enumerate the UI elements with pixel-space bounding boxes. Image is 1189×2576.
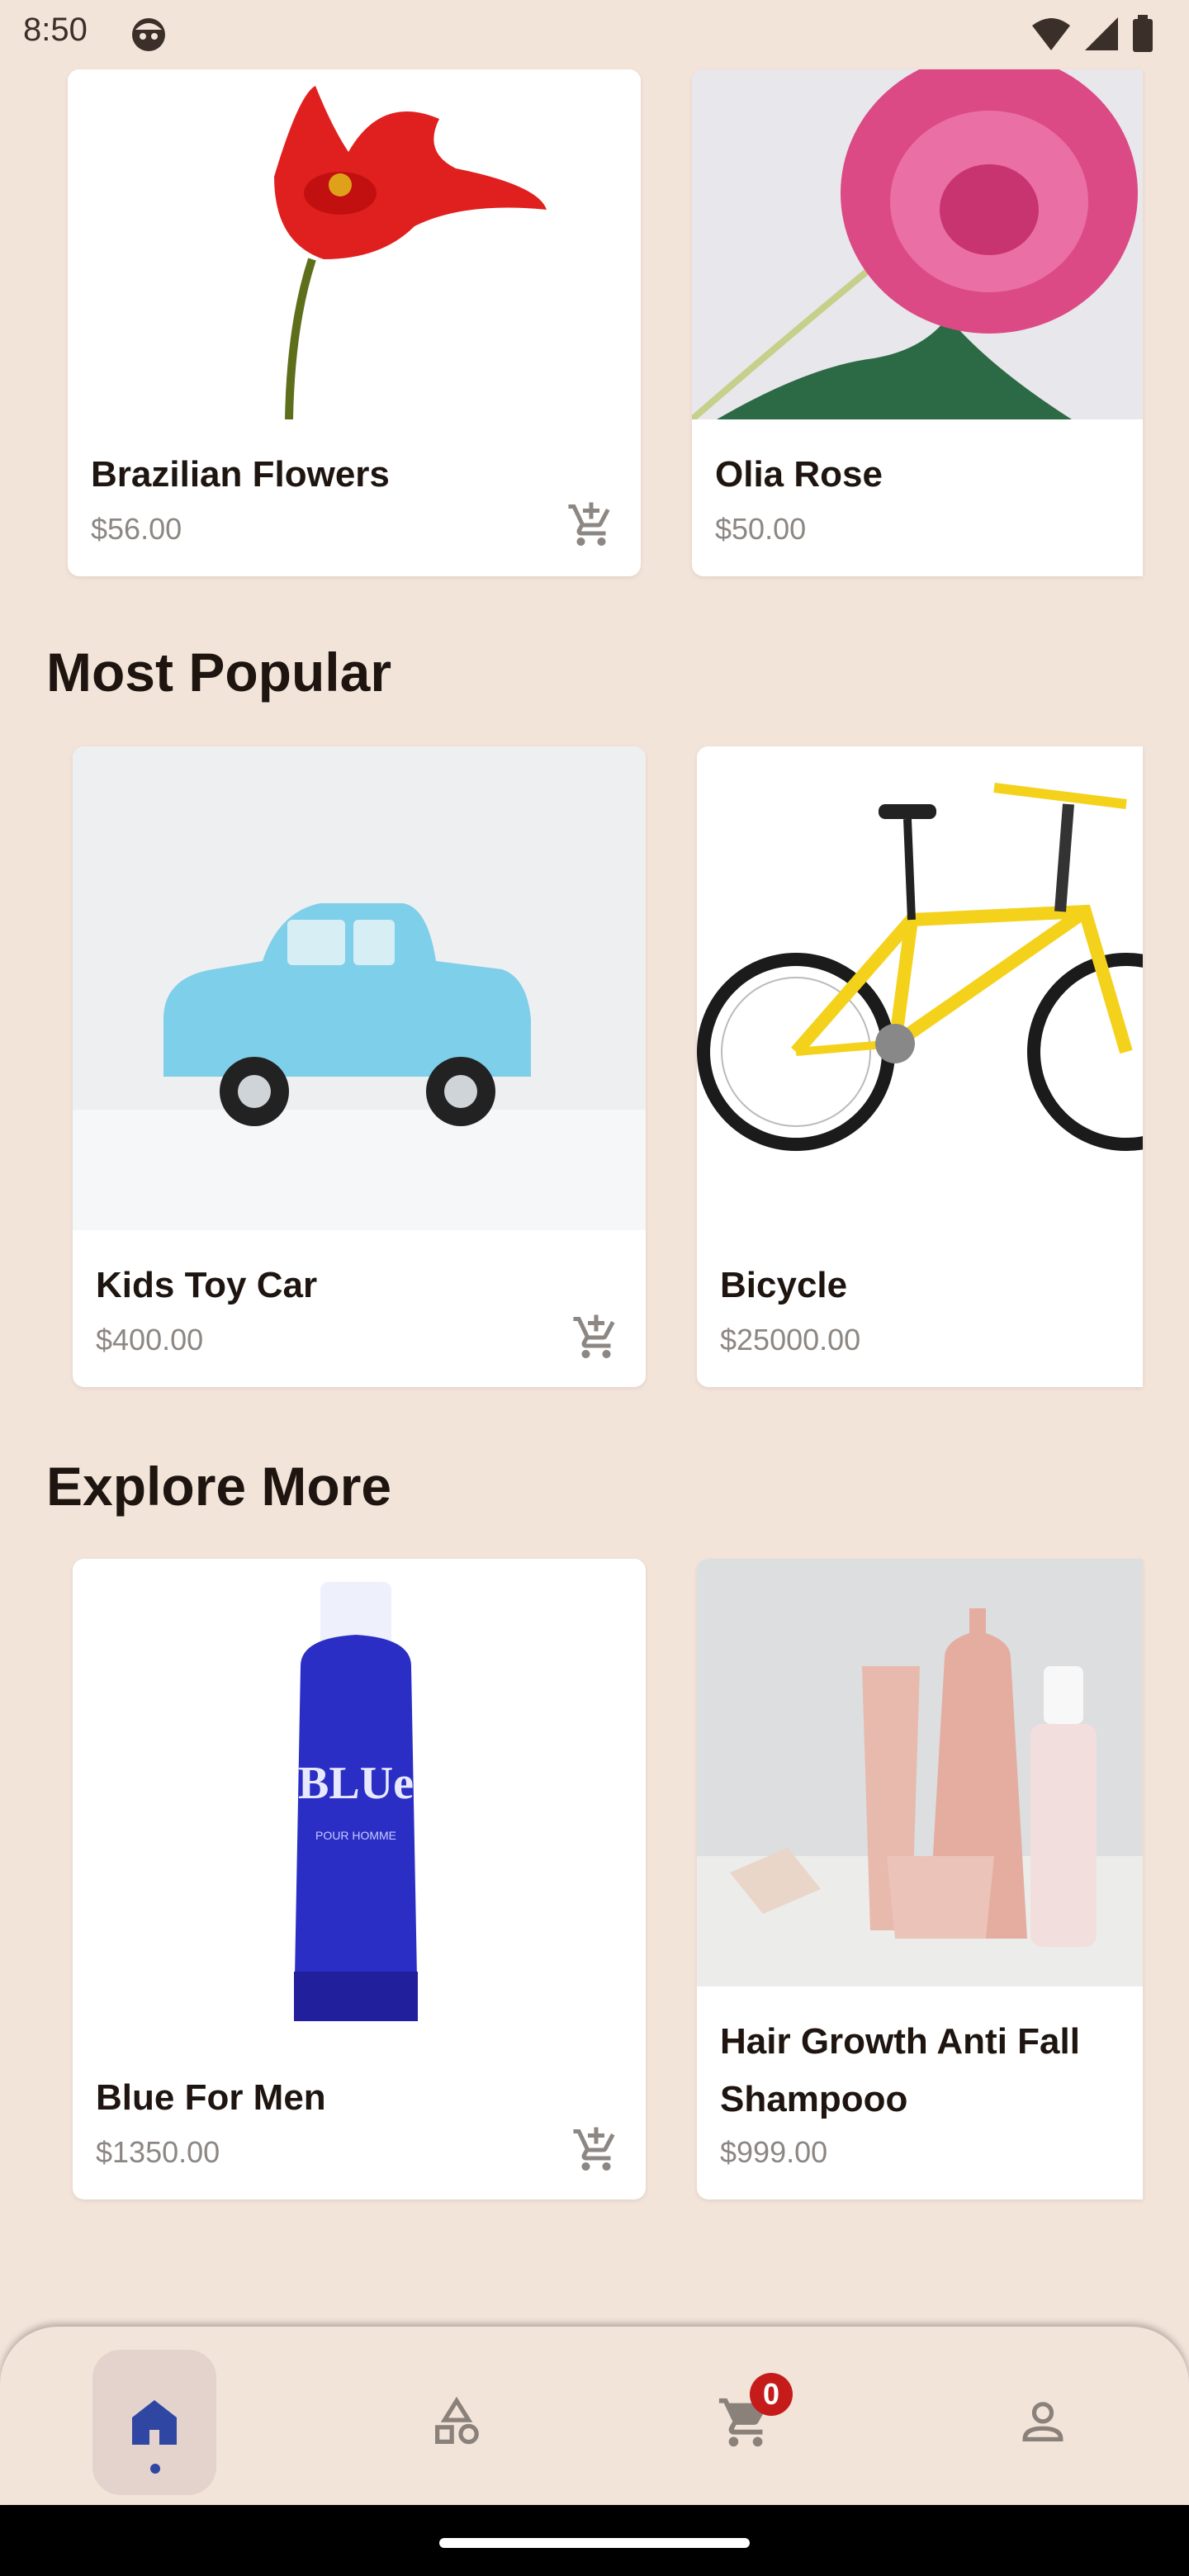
product-price: $999.00 <box>720 2135 828 2169</box>
bottom-navigation: 0 <box>0 2327 1189 2504</box>
product-image-flower <box>68 69 641 419</box>
android-face-icon <box>132 18 165 51</box>
product-name: Brazilian Flowers <box>91 454 390 495</box>
nav-home[interactable] <box>92 2350 216 2495</box>
add-to-cart-icon[interactable] <box>571 1313 621 1362</box>
svg-text:POUR HOMME: POUR HOMME <box>315 1829 396 1842</box>
product-card[interactable]: Bicycle $25000.00 <box>697 746 1143 1387</box>
product-price: $56.00 <box>91 512 182 546</box>
svg-text:BLUe: BLUe <box>298 1758 414 1809</box>
product-name: Blue For Men <box>96 2077 326 2118</box>
product-card[interactable]: Olia Rose $50.00 <box>692 69 1143 576</box>
status-bar: 8:50 <box>0 0 1189 69</box>
section-title-most-popular: Most Popular <box>46 642 392 703</box>
signal-icon <box>1085 17 1118 50</box>
product-price: $50.00 <box>715 512 807 546</box>
product-name: Olia Rose <box>715 454 883 495</box>
categories-icon <box>435 2396 479 2445</box>
product-name: Bicycle <box>720 1265 848 1305</box>
status-time: 8:50 <box>23 12 88 48</box>
wifi-icon <box>1032 18 1070 50</box>
nav-profile[interactable] <box>981 2350 1105 2495</box>
product-image-rose <box>692 69 1143 419</box>
nav-cart[interactable]: 0 <box>684 2350 808 2495</box>
product-card[interactable]: Brazilian Flowers $56.00 <box>68 69 641 576</box>
product-price: $400.00 <box>96 1323 204 1357</box>
product-image-bicycle <box>697 746 1143 1230</box>
product-price: $1350.00 <box>96 2135 220 2169</box>
profile-icon <box>1022 2402 1063 2442</box>
product-card[interactable]: Hair Growth Anti Fall Shampooo $999.00 <box>697 1559 1143 2200</box>
battery-icon <box>1133 15 1153 52</box>
home-icon <box>132 2400 177 2445</box>
cart-count-badge: 0 <box>750 2373 793 2416</box>
nav-categories[interactable] <box>395 2350 519 2495</box>
product-image-toy-car <box>73 746 646 1230</box>
status-icons <box>1030 15 1154 53</box>
product-name: Hair Growth Anti Fall Shampooo <box>720 2021 1080 2119</box>
home-gesture-handle[interactable] <box>439 2538 750 2548</box>
product-name: Kids Toy Car <box>96 1265 318 1305</box>
section-title-explore-more: Explore More <box>46 1456 392 1517</box>
active-indicator-dot <box>150 2464 160 2474</box>
product-image-shampoo <box>697 1559 1143 1986</box>
product-price: $25000.00 <box>720 1323 861 1357</box>
product-card[interactable]: Kids Toy Car $400.00 <box>73 746 646 1387</box>
gesture-navigation-bar <box>0 2505 1189 2576</box>
product-image-deodorant: BLUe POUR HOMME <box>73 1559 646 2029</box>
add-to-cart-icon[interactable] <box>566 500 616 550</box>
add-to-cart-icon[interactable] <box>571 2125 621 2175</box>
product-card[interactable]: BLUe POUR HOMME Blue For Men $1350.00 <box>73 1559 646 2200</box>
